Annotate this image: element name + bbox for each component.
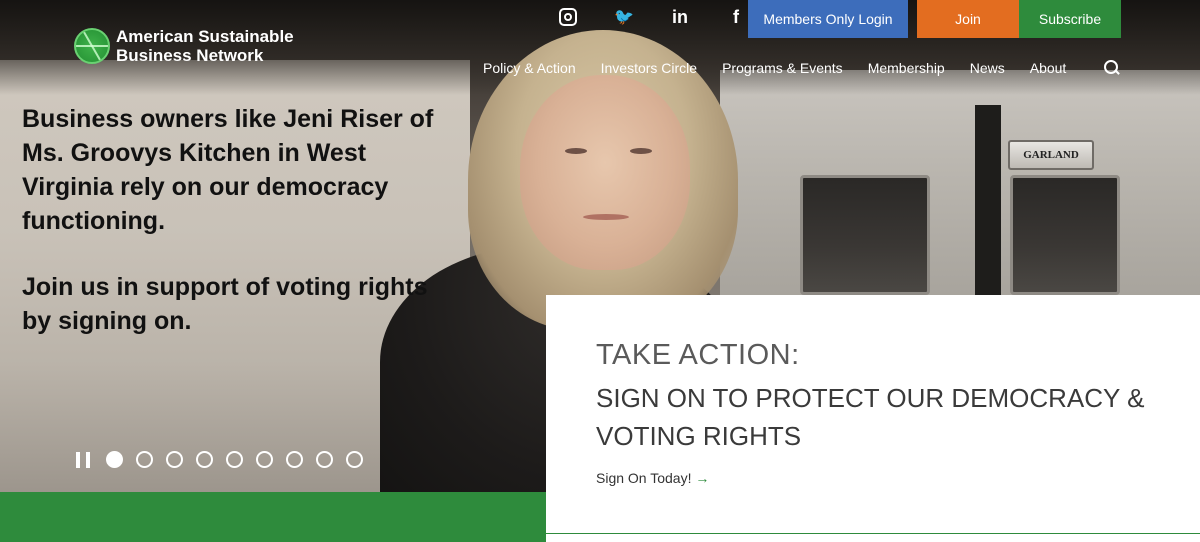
nav-policy-action[interactable]: Policy & Action [483,60,576,76]
card-bottom-edge [546,533,1200,542]
slide-dot-1[interactable] [106,451,123,468]
instagram-link[interactable] [540,5,596,29]
card-headline: SIGN ON TO PROTECT OUR DEMOCRACY & VOTIN… [596,383,1145,451]
sign-on-link-label: Sign On Today! [596,470,692,486]
linkedin-link[interactable]: in [652,5,708,29]
slide-dot-7[interactable] [286,451,303,468]
slide-dot-5[interactable] [226,451,243,468]
arrow-right-icon: → [695,470,710,486]
slide-dot-6[interactable] [256,451,273,468]
social-links: 🐦 in f [540,5,764,29]
person-eye-left [565,148,587,154]
slide-dot-9[interactable] [346,451,363,468]
nav-news[interactable]: News [970,60,1005,76]
oven-handle [975,105,1001,325]
nav-about[interactable]: About [1030,60,1067,76]
nav-membership[interactable]: Membership [868,60,945,76]
take-action-card: TAKE ACTION: SIGN ON TO PROTECT OUR DEMO… [546,295,1200,533]
card-kicker: TAKE ACTION: [596,339,800,371]
nav-investors-circle[interactable]: Investors Circle [601,60,697,76]
pause-icon[interactable] [76,451,90,468]
slider-controls [76,451,376,468]
slide-dot-3[interactable] [166,451,183,468]
oven-image [720,70,1200,330]
logo-text: American Sustainable Business Network [116,27,294,65]
members-login-button[interactable]: Members Only Login [748,0,908,38]
hero-paragraph-1: Business owners like Jeni Riser of Ms. G… [22,105,434,235]
hero-paragraph-2: Join us in support of voting rights by s… [22,273,428,335]
join-button[interactable]: Join [917,0,1019,38]
person-eye-right [630,148,652,154]
oven-brand-badge: GARLAND [1008,140,1094,170]
linkedin-icon: in [672,6,688,27]
oven-window-left [800,175,930,295]
person-face [520,75,690,270]
slide-dot-8[interactable] [316,451,333,468]
nav-programs-events[interactable]: Programs & Events [722,60,843,76]
instagram-icon [559,8,577,26]
subscribe-button[interactable]: Subscribe [1019,0,1121,38]
slide-dot-4[interactable] [196,451,213,468]
search-icon[interactable] [1104,60,1120,76]
sign-on-link[interactable]: Sign On Today! → [596,470,709,486]
main-nav: Policy & Action Investors Circle Program… [483,60,1091,76]
person-mouth [583,214,629,220]
oven-window-right [1010,175,1120,295]
facebook-icon: f [733,6,739,27]
slide-dot-2[interactable] [136,451,153,468]
twitter-icon: 🐦 [614,9,634,26]
twitter-link[interactable]: 🐦 [596,5,652,29]
site-logo[interactable]: American Sustainable Business Network [74,27,336,65]
green-band [0,492,548,542]
hero-text: Business owners like Jeni Riser of Ms. G… [22,102,462,338]
globe-logo-icon [74,28,110,64]
